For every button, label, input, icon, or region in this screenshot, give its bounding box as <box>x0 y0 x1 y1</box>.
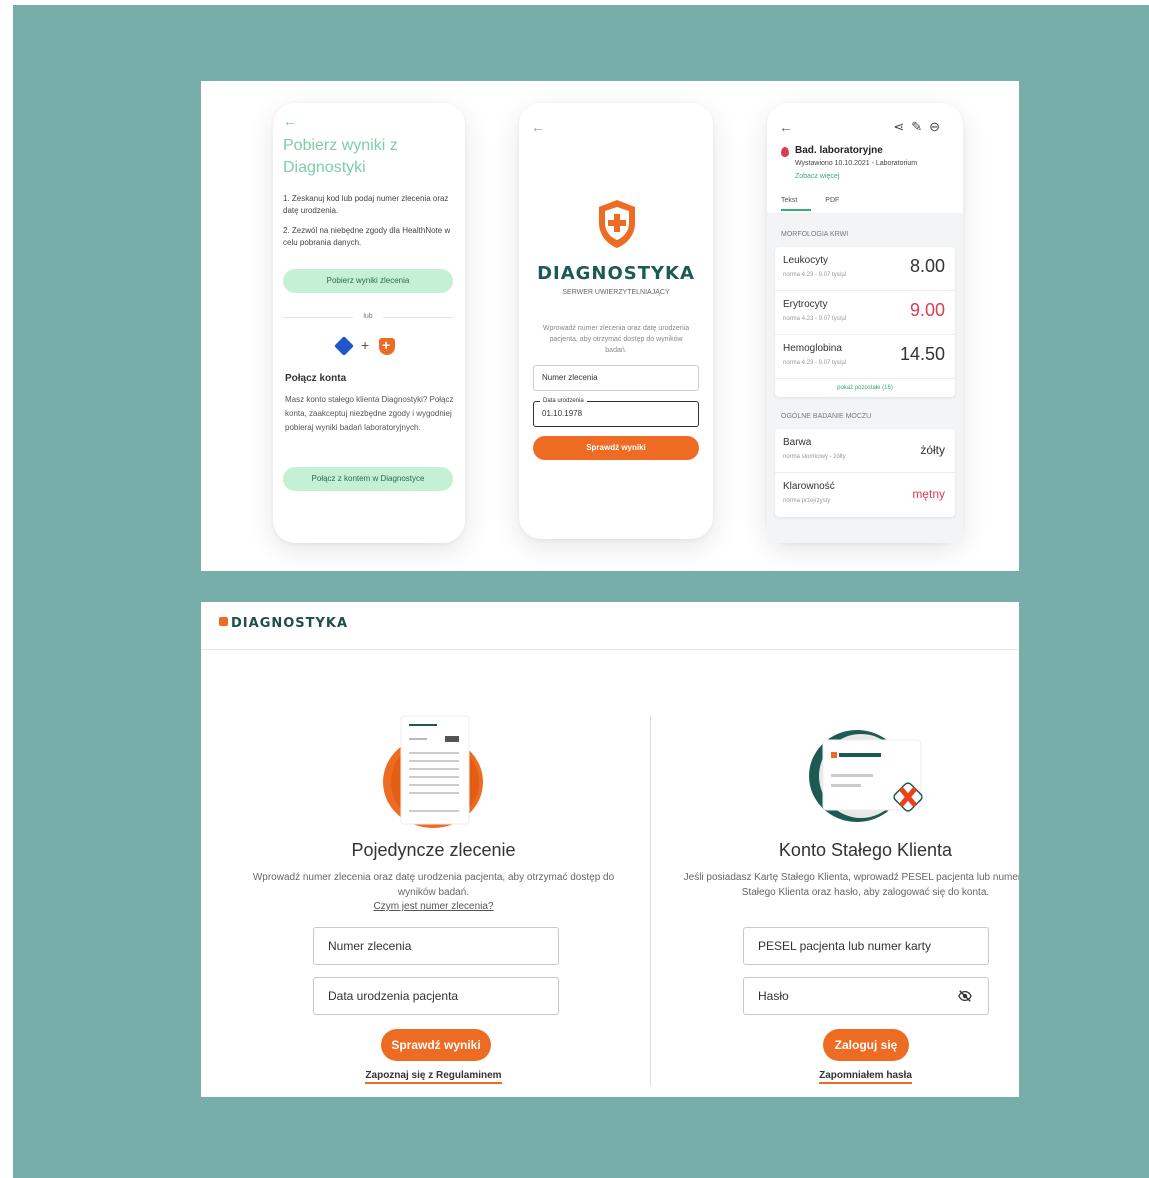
result-row[interactable]: Barwa norma słomkowy - żółty żółty <box>775 429 955 473</box>
result-norm: norma przejrzysty <box>783 498 831 504</box>
web-login-panel: DIAGNOSTYKA Pojedyncze zlecenie Wprowadź… <box>201 602 1019 1097</box>
check-results-button[interactable]: Sprawdź wyniki <box>533 436 699 460</box>
result-norm: norma 4.23 - 9.07 tys/µl <box>783 316 847 322</box>
birth-date-value: 01.10.1978 <box>542 409 583 418</box>
integration-icons: + <box>334 336 407 357</box>
result-value: żółty <box>920 443 945 457</box>
result-name: Erytrocyty <box>783 299 828 310</box>
site-header: DIAGNOSTYKA <box>201 602 1019 650</box>
terms-link[interactable]: Zapoznaj się z Regulaminem <box>229 1070 638 1084</box>
column-divider <box>650 716 651 1086</box>
document-illustration-icon <box>383 715 483 828</box>
auth-info-text: Wprowadź numer zlecenia oraz datę urodze… <box>542 325 690 354</box>
share-edit-more-icons[interactable]: ⋖✎⊖ <box>893 119 947 135</box>
phone-lab-results: ← ⋖✎⊖ Bad. laboratoryjne Wystawiono 10.1… <box>767 103 963 543</box>
phone1-step1: 1. Zeskanuj kod lub podaj numer zlecenia… <box>283 194 449 215</box>
auth-server-subtitle: SERWER UWIERZYTELNIAJĄCY <box>562 289 670 296</box>
result-name: Hemoglobina <box>783 343 842 354</box>
result-row[interactable]: Erytrocyty norma 4.23 - 9.07 tys/µl 9.00 <box>775 291 955 335</box>
show-rest-link[interactable]: pokaż pozostałe (16) <box>775 379 955 397</box>
result-value: 9.00 <box>909 300 945 320</box>
login-button[interactable]: Zaloguj się <box>823 1029 909 1061</box>
brand-wordmark: DIAGNOSTYKA <box>537 263 695 284</box>
result-row[interactable]: Leukocyty norma 4.23 - 9.07 tys/µl 8.00 <box>775 247 955 291</box>
result-tabs: Tekst PDF <box>781 197 865 204</box>
tab-text[interactable]: Tekst <box>781 197 797 204</box>
section-urine-test: OGÓLNE BADANIE MOCZU <box>781 413 872 420</box>
back-arrow-icon[interactable]: ← <box>283 113 297 129</box>
site-logo[interactable]: DIAGNOSTYKA <box>219 616 348 631</box>
forgot-password-text[interactable]: Zapomniałem hasła <box>819 1070 912 1084</box>
healthnote-icon <box>334 336 354 356</box>
order-number-help-link[interactable]: Czym jest numer zlecenia? <box>229 901 638 912</box>
connect-account-button[interactable]: Połącz z kontem w Diagnostyce <box>283 467 453 491</box>
blood-count-card: Leukocyty norma 4.23 - 9.07 tys/µl 8.00 … <box>775 247 955 397</box>
birth-date-field[interactable]: Data urodzenia 01.10.1978 <box>533 396 699 427</box>
result-norm: norma słomkowy - żółty <box>783 454 846 460</box>
tab-pdf[interactable]: PDF <box>825 197 839 204</box>
or-separator: lub <box>283 313 453 320</box>
result-value: mętny <box>912 487 945 501</box>
password-placeholder: Hasło <box>758 989 789 1003</box>
back-arrow-icon[interactable]: ← <box>531 119 545 135</box>
birth-date-input[interactable]: Data urodzenia pacjenta <box>313 977 559 1015</box>
urine-test-card: Barwa norma słomkowy - żółty żółty Klaro… <box>775 429 955 517</box>
phone1-title: Pobierz wyniki z Diagnostyki <box>283 137 398 176</box>
connect-accounts-desc: Masz konto stałego klienta Diagnostyki? … <box>285 395 454 432</box>
back-arrow-icon[interactable]: ← <box>779 119 793 135</box>
password-input[interactable]: Hasło <box>743 977 989 1015</box>
single-order-section: Pojedyncze zlecenie Wprowadź numer zlece… <box>229 650 638 1097</box>
terms-link-text[interactable]: Zapoznaj się z Regulaminem <box>365 1070 502 1084</box>
diagnostyka-shield-icon <box>379 337 395 355</box>
cross-icon <box>219 617 228 626</box>
blood-drop-icon <box>781 147 789 157</box>
result-norm: norma 4.23 - 9.07 tys/µl <box>783 360 847 366</box>
issued-date: Wystawiono 10.10.2021 - Laboratorium <box>795 160 918 167</box>
forgot-password-link[interactable]: Zapomniałem hasła <box>661 1070 1019 1084</box>
download-results-button[interactable]: Pobierz wyniki zlecenia <box>283 269 453 293</box>
hide-password-eye-icon[interactable] <box>958 989 972 1003</box>
result-value: 14.50 <box>899 344 945 364</box>
order-number-input[interactable]: Numer zlecenia <box>313 927 559 965</box>
birth-date-label: Data urodzenia <box>540 396 587 406</box>
result-name: Barwa <box>783 437 812 448</box>
order-number-field[interactable]: Numer zlecenia <box>533 365 699 391</box>
result-value: 8.00 <box>909 256 945 276</box>
logo-text: DIAGNOSTYKA <box>231 616 349 631</box>
loyal-customer-desc: Jeśli posiadasz Kartę Stałego Klienta, w… <box>683 872 1019 898</box>
phone-auth-server: ← DIAGNOSTYKA SERWER UWIERZYTELNIAJĄCY W… <box>519 103 713 539</box>
result-norm: norma 4.23 - 9.07 tys/µl <box>783 272 847 278</box>
connect-accounts-title: Połącz konta <box>285 373 347 384</box>
loyal-customer-section: Konto Stałego Klienta Jeśli posiadasz Ka… <box>661 650 1019 1097</box>
mobile-screens-panel: ← Pobierz wyniki z Diagnostyki 1. Zeskan… <box>201 81 1019 571</box>
section-blood-count: MORFOLOGIA KRWI <box>781 231 849 238</box>
plus-icon: + <box>361 337 370 353</box>
loyal-customer-title: Konto Stałego Klienta <box>778 840 953 860</box>
result-name: Leukocyty <box>783 255 829 266</box>
pesel-input[interactable]: PESEL pacjenta lub numer karty <box>743 927 989 965</box>
active-tab-indicator <box>781 209 811 211</box>
see-more-link[interactable]: Zobacz więcej <box>795 173 839 180</box>
check-results-button[interactable]: Sprawdź wyniki <box>381 1029 491 1061</box>
result-name: Klarowność <box>783 481 835 492</box>
result-row[interactable]: Klarowność norma przejrzysty mętny <box>775 473 955 517</box>
results-list: MORFOLOGIA KRWI Leukocyty norma 4.23 - 9… <box>767 213 963 543</box>
single-order-desc: Wprowadź numer zlecenia oraz datę urodze… <box>252 872 615 898</box>
phone-download-results: ← Pobierz wyniki z Diagnostyki 1. Zeskan… <box>273 103 465 543</box>
result-row[interactable]: Hemoglobina norma 4.23 - 9.07 tys/µl 14.… <box>775 335 955 379</box>
lab-test-title: Bad. laboratoryjne <box>795 145 883 156</box>
single-order-title: Pojedyncze zlecenie <box>351 840 516 860</box>
card-illustration-icon <box>809 730 923 822</box>
phone1-step2: 2. Zezwól na niebędne zgody dla HealthNo… <box>283 226 451 247</box>
shield-logo-icon <box>599 200 635 248</box>
